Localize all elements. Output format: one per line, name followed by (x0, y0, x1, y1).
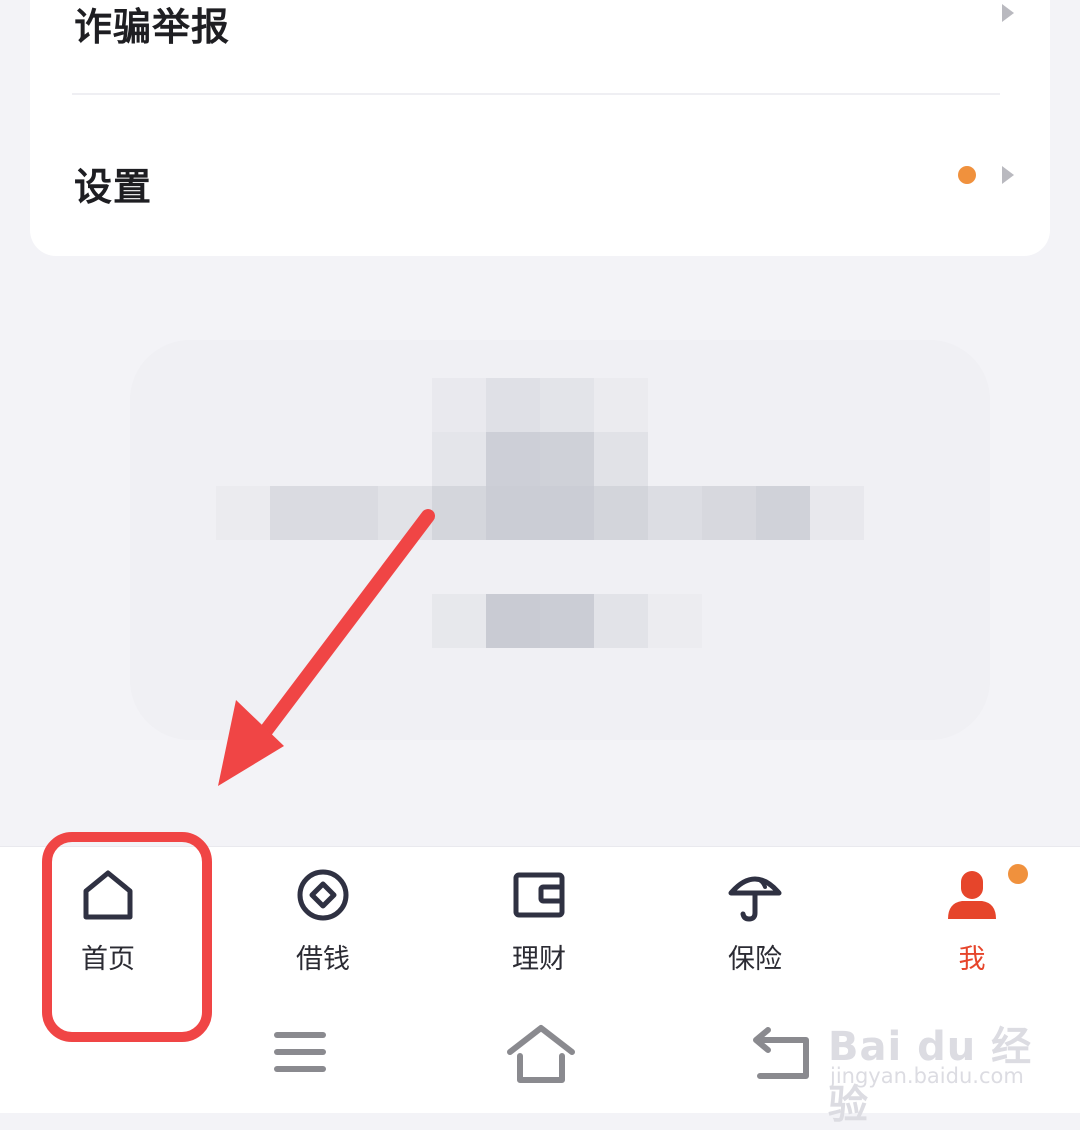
tab-wealth[interactable]: 理财 (469, 867, 609, 987)
tab-label: 理财 (512, 944, 566, 975)
tab-label: 我 (958, 944, 986, 975)
wallet-icon (513, 872, 565, 918)
menu-icon[interactable] (270, 1024, 330, 1080)
notification-badge (1008, 864, 1028, 884)
tab-label: 借钱 (296, 944, 350, 975)
home-nav-icon[interactable] (506, 1024, 576, 1084)
tab-insurance[interactable]: 保险 (685, 867, 825, 987)
tab-label: 保险 (728, 944, 782, 975)
tab-borrow[interactable]: 借钱 (253, 867, 393, 987)
watermark: Bai du 经验 jingyan.baidu.com (828, 996, 1068, 1128)
coin-icon (297, 869, 349, 921)
back-icon[interactable] (750, 1024, 814, 1080)
person-icon (948, 871, 996, 919)
umbrella-icon (728, 876, 782, 922)
tab-me[interactable]: 我 (902, 867, 1042, 987)
watermark-url: jingyan.baidu.com (830, 1064, 1024, 1088)
